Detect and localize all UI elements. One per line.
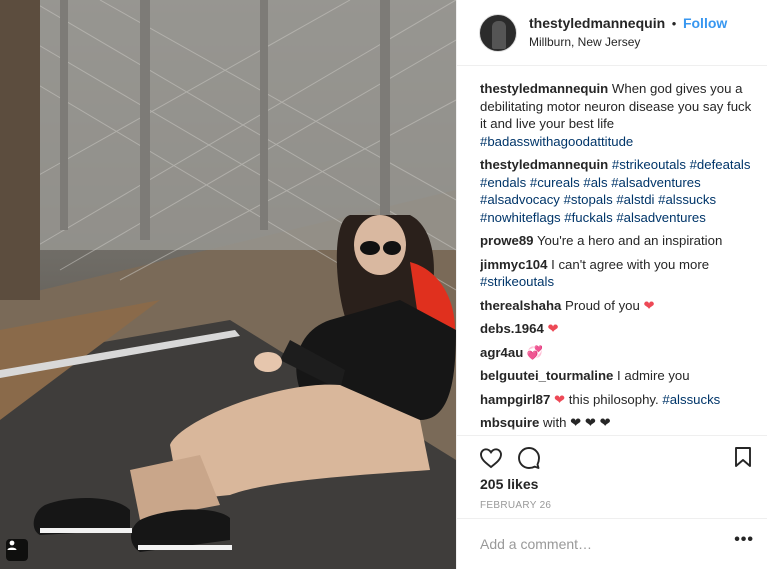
comment-hashtag[interactable]: #strikeoutals xyxy=(480,274,554,289)
comment-username[interactable]: debs.1964 xyxy=(480,321,544,336)
list-item: hampgirl87 ❤ this philosophy. #alssucks xyxy=(480,391,760,409)
list-item: prowe89 You're a hero and an inspiration xyxy=(480,232,760,250)
comment-hashtag[interactable]: #alssucks xyxy=(662,392,720,407)
caption-comment: thestyledmannequin When god gives you a … xyxy=(480,80,760,150)
comment-username[interactable]: therealshaha xyxy=(480,298,561,313)
list-item: thestyledmannequin #strikeoutals #defeat… xyxy=(480,156,760,226)
likes-count[interactable]: 205 likes xyxy=(480,476,538,492)
list-item: therealshaha Proud of you ❤ xyxy=(480,297,760,315)
comment-text: You're a hero and an inspiration xyxy=(536,233,723,248)
person-tag-icon xyxy=(7,540,17,550)
header-separator: • xyxy=(671,16,677,31)
comment-username[interactable]: hampgirl87 xyxy=(480,392,550,407)
heart-icon[interactable] xyxy=(479,446,503,470)
post-photo[interactable] xyxy=(0,0,456,569)
post-header: thestyledmannequin • Follow Millburn, Ne… xyxy=(457,0,767,66)
header-username[interactable]: thestyledmannequin xyxy=(529,15,665,31)
more-options-icon[interactable]: ••• xyxy=(734,531,754,549)
avatar[interactable] xyxy=(479,13,517,52)
comment-username[interactable]: jimmyc104 xyxy=(480,257,547,272)
comment-username[interactable]: prowe89 xyxy=(480,233,534,248)
heart-emoji: ❤ xyxy=(554,391,566,407)
comment-text: I can't agree with you more xyxy=(551,256,710,272)
heart-emoji: ❤ xyxy=(547,321,559,336)
two-hearts-emoji: 💞 xyxy=(526,344,544,360)
comment-username[interactable]: thestyledmannequin xyxy=(480,81,608,96)
list-item: jimmyc104 I can't agree with you more #s… xyxy=(480,256,760,291)
heart-emoji: ❤ xyxy=(643,297,655,313)
list-item: debs.1964 ❤ xyxy=(480,320,760,338)
comment-icon[interactable] xyxy=(517,446,541,470)
tagged-people-button[interactable] xyxy=(6,539,28,561)
comment-username[interactable]: thestyledmannequin xyxy=(480,157,608,172)
bookmark-icon[interactable] xyxy=(734,446,752,468)
add-comment-input[interactable]: Add a comment… xyxy=(480,536,592,552)
list-item: belguutei_tourmaline I admire you xyxy=(480,367,760,385)
post-actions: 205 likes FEBRUARY 26 xyxy=(457,435,767,518)
post-sidebar: thestyledmannequin • Follow Millburn, Ne… xyxy=(456,0,767,569)
location-link[interactable]: Millburn, New Jersey xyxy=(529,33,727,51)
comment-username[interactable]: belguutei_tourmaline xyxy=(480,368,613,383)
list-item: agr4au 💞 xyxy=(480,344,760,362)
comment-text: I admire you xyxy=(617,368,690,383)
add-comment-bar: Add a comment… ••• xyxy=(457,518,767,569)
post-date[interactable]: FEBRUARY 26 xyxy=(480,500,551,511)
comment-username[interactable]: agr4au xyxy=(480,345,523,360)
follow-button[interactable]: Follow xyxy=(683,15,727,31)
comment-hashtag[interactable]: #badasswithagoodattitude xyxy=(480,134,633,149)
comment-text: Proud of you xyxy=(565,297,640,313)
comments-list[interactable]: thestyledmannequin When god gives you a … xyxy=(480,80,760,435)
photo-scene xyxy=(0,0,456,569)
comments-fade xyxy=(480,427,760,435)
comment-text: this philosophy. xyxy=(568,391,659,407)
